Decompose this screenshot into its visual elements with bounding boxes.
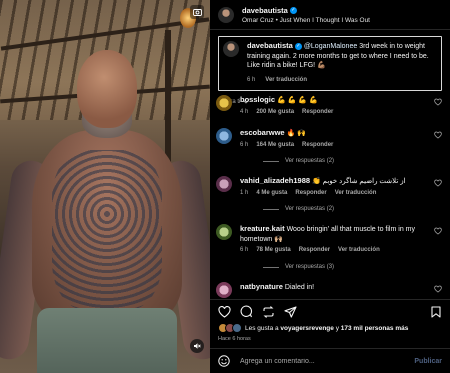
replies-divider <box>263 208 279 210</box>
share-icon[interactable] <box>283 305 297 319</box>
emoji-icon[interactable] <box>218 355 230 367</box>
bookmark-icon[interactable] <box>429 305 443 319</box>
caption-mention[interactable]: @LoganMalonee <box>304 43 357 50</box>
repost-icon[interactable] <box>261 305 275 319</box>
post-caption: davebautista ✓ @LoganMalonee 3rd week in … <box>218 36 442 91</box>
comment-text: 💪 💪 💪 💪 <box>276 97 318 104</box>
comment-icon[interactable] <box>239 305 253 319</box>
author-avatar[interactable] <box>218 6 234 23</box>
liker-avatar <box>232 323 242 333</box>
comment-text: Dialed in! <box>284 284 315 291</box>
comment-text: 👏 از تلاشت راضیم شاگرد خوبم <box>312 178 406 185</box>
comment-list[interactable]: bosslogic 💪 💪 💪 💪 4 h 200 Me gusta Respo… <box>210 92 450 299</box>
comment-avatar[interactable] <box>216 95 232 111</box>
comment-item: vahid_alizadeh1988 👏 از تلاشت راضیم شاگر… <box>210 176 450 196</box>
likes-summary[interactable]: Les gusta a voyagersrevenge y 173 mil pe… <box>218 323 408 333</box>
post-side-panel: davebautista ✓ Omar Cruz • Just When I Th… <box>210 0 450 373</box>
comment-age: 4 h <box>240 108 249 115</box>
comment-username[interactable]: vahid_alizadeh1988 <box>240 176 310 185</box>
post-header: davebautista ✓ Omar Cruz • Just When I Th… <box>210 0 450 30</box>
caption-username[interactable]: davebautista <box>247 41 293 50</box>
camera-icon[interactable] <box>190 5 204 19</box>
heart-icon[interactable] <box>434 227 442 235</box>
tattoo <box>52 150 162 310</box>
post-media[interactable] <box>0 0 210 373</box>
heart-icon[interactable] <box>434 98 442 106</box>
replies-divider <box>263 266 279 268</box>
shorts <box>37 308 177 373</box>
likes-user[interactable]: voyagersrevenge <box>280 325 333 332</box>
add-comment-bar: Publicar <box>210 348 450 373</box>
comment-likes[interactable]: 200 Me gusta <box>256 109 294 115</box>
publish-button[interactable]: Publicar <box>414 358 442 365</box>
view-replies-button[interactable]: Ver respuestas (2) <box>263 206 334 212</box>
comment-avatar[interactable] <box>216 128 232 144</box>
view-replies-label: Ver respuestas (2) <box>285 158 335 164</box>
comment-age: 1 h <box>240 189 249 196</box>
comment-item: bosslogic 💪 💪 💪 💪 4 h 200 Me gusta Respo… <box>210 95 450 115</box>
head <box>77 50 137 128</box>
view-replies-label: Ver respuestas (2) <box>285 206 335 212</box>
post-actions-bar <box>210 299 450 323</box>
comment-reply-button[interactable]: Responder <box>295 190 326 196</box>
view-replies-button[interactable]: Ver respuestas (2) <box>263 158 334 164</box>
caption-translate-link[interactable]: Ver traducción <box>265 77 307 83</box>
likes-prefix: Les gusta a <box>245 324 281 332</box>
comment-username[interactable]: bosslogic <box>240 95 275 104</box>
comment-likes[interactable]: 78 Me gusta <box>256 247 290 253</box>
caption-age: 6 h <box>247 76 256 83</box>
mute-icon[interactable] <box>190 339 204 353</box>
person-photo <box>0 40 210 373</box>
likes-middle: y <box>333 324 341 332</box>
comment-likes[interactable]: 164 Me gusta <box>256 142 294 148</box>
comment-translate-link[interactable]: Ver traducción <box>338 247 380 253</box>
comment-input[interactable] <box>240 357 415 365</box>
comment-likes[interactable]: 4 Me gusta <box>256 190 287 196</box>
comment-avatar[interactable] <box>216 176 232 192</box>
comment-age: 6 h <box>240 247 249 253</box>
comment-text: 🔥 🙌 <box>286 130 306 137</box>
comment-username[interactable]: escobarwwe <box>240 128 285 137</box>
post-timestamp: Hace 6 horas <box>218 336 251 342</box>
view-replies-label: Ver respuestas (3) <box>285 264 335 270</box>
likes-text: Les gusta a voyagersrevenge y 173 mil pe… <box>245 325 408 332</box>
view-replies-button[interactable]: Ver respuestas (3) <box>263 264 334 270</box>
comment-username[interactable]: natbynature <box>240 282 283 291</box>
comment-translate-link[interactable]: Ver traducción <box>335 190 377 196</box>
heart-icon[interactable] <box>434 131 442 139</box>
comment-item: natbynature Dialed in! <box>210 282 450 298</box>
comment-avatar[interactable] <box>216 282 232 298</box>
author-username[interactable]: davebautista <box>242 6 288 15</box>
verified-badge-icon: ✓ <box>289 7 297 15</box>
comment-age: 6 h <box>240 141 249 148</box>
liker-avatars <box>218 323 242 333</box>
comment-reply-button[interactable]: Responder <box>302 109 333 115</box>
comment-reply-button[interactable]: Responder <box>302 142 333 148</box>
caption-avatar[interactable] <box>223 41 239 57</box>
verified-badge-icon: ✓ <box>294 42 302 50</box>
heart-icon[interactable] <box>434 285 442 293</box>
comment-avatar[interactable] <box>216 224 232 240</box>
comment-item: kreature.kait Wooo bringin' all that mus… <box>210 224 450 253</box>
replies-divider <box>263 160 279 162</box>
comment-item: escobarwwe 🔥 🙌 6 h 164 Me gusta Responde… <box>210 128 450 148</box>
audio-track[interactable]: Omar Cruz • Just When I Thought I Was Ou… <box>242 17 370 24</box>
like-heart-icon[interactable] <box>217 305 231 319</box>
comment-reply-button[interactable]: Responder <box>299 247 330 253</box>
heart-icon[interactable] <box>434 179 442 187</box>
comment-username[interactable]: kreature.kait <box>240 224 285 233</box>
likes-count[interactable]: 173 mil personas más <box>341 325 409 332</box>
